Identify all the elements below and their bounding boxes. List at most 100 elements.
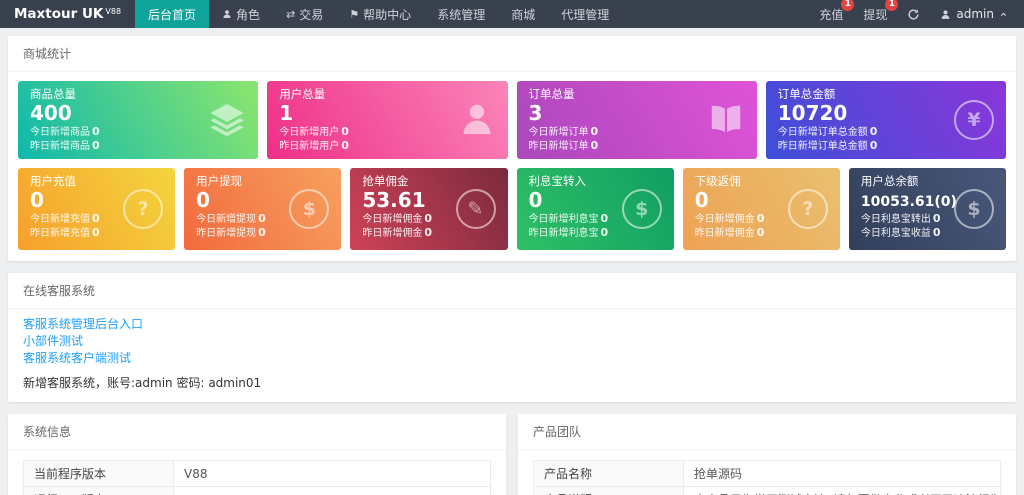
- stat-card: 订单总金额 10720 今日新增订单总金额 0 昨日新增订单总金额 0 ¥: [765, 81, 1006, 159]
- question-circle-icon: ?: [123, 189, 164, 229]
- stats-cards-row-1: 商品总量 400 今日新增商品 0 昨日新增商品 0 用户总量 1 今日新增用户 0 昨日新增用户 0…: [8, 72, 1016, 159]
- card-title: 下级返佣: [694, 174, 741, 188]
- card-subline: 今日新增商品 0: [30, 125, 100, 138]
- card-subline: 今日新增佣金 0: [694, 212, 765, 225]
- service-panel: 在线客服系统 客服系统管理后台入口 小部件测试 客服系统客户端测试 新增客服系统，账…: [8, 273, 1016, 402]
- table-row: 运行PHP版本7.2.33: [23, 486, 491, 495]
- card-subline: 昨日新增订单总金额 0: [777, 139, 878, 152]
- card-title: 用户提现: [196, 174, 243, 188]
- service-link[interactable]: 客服系统客户端测试: [8, 350, 1016, 367]
- card-value: 0: [30, 188, 44, 212]
- menu-item-商城[interactable]: 商城: [498, 0, 548, 28]
- card-subline: 昨日新增充值 0: [30, 226, 100, 239]
- menu-item-角色[interactable]: 角色: [209, 0, 273, 28]
- card-subline: 昨日新增提现 0: [196, 226, 266, 239]
- card-title: 订单总金额: [777, 87, 836, 101]
- main-content: 商城统计 商品总量 400 今日新增商品 0 昨日新增商品 0 用户总量 1 今日新增用户 0 昨日…: [0, 28, 1024, 495]
- recharge-badge: 1: [841, 0, 855, 11]
- refresh-icon[interactable]: [907, 8, 920, 21]
- layers-icon: [208, 100, 246, 141]
- book-icon: [707, 100, 745, 141]
- card-info: 订单总金额 10720 今日新增订单总金额 0 昨日新增订单总金额 0: [778, 87, 878, 153]
- menu-item-后台首页[interactable]: 后台首页: [135, 0, 210, 28]
- menu-item-帮助中心[interactable]: ⚑ 帮助中心: [336, 0, 424, 28]
- system-info-title: 系统信息: [8, 414, 506, 450]
- card-subline: 昨日新增商品 0: [30, 139, 100, 152]
- brand-version: V88: [105, 6, 122, 16]
- question-circle-icon: ?: [787, 189, 828, 229]
- user-avatar-icon: [940, 9, 951, 20]
- menu-item-label: 帮助中心: [363, 7, 412, 22]
- card-value: 10720: [777, 101, 848, 125]
- bottom-row: 系统信息 当前程序版本V88运行PHP版本7.2.33ThinkPHP版本5.1…: [8, 414, 1016, 495]
- user-icon: [222, 9, 232, 19]
- stat-card: 商品总量 400 今日新增商品 0 昨日新增商品 0: [18, 81, 259, 159]
- brand-logo[interactable]: Maxtour UK V88: [0, 0, 135, 28]
- user-menu[interactable]: admin: [940, 7, 1008, 21]
- card-info: 用户充值 0 今日新增充值 0 昨日新增充值 0: [30, 174, 100, 244]
- menu-item-label: 系统管理: [437, 7, 486, 22]
- stats-panel: 商城统计 商品总量 400 今日新增商品 0 昨日新增商品 0 用户总量 1 今日新增用户 0 昨日…: [8, 36, 1016, 261]
- card-info: 下级返佣 0 今日新增佣金 0 昨日新增佣金 0: [695, 174, 765, 244]
- card-info: 利息宝转入 0 今日新增利息宝 0 昨日新增利息宝 0: [529, 174, 609, 244]
- table-row: 产品说明本产品只为学习测试交流, 请勿要做商业或者用于违法行为，一切后果自负: [533, 486, 1001, 495]
- recharge-label: 充值: [819, 7, 844, 22]
- card-value: 0: [528, 188, 543, 212]
- withdraw-link[interactable]: 提现 1: [863, 0, 899, 23]
- stats-cards-row-2: 用户充值 0 今日新增充值 0 昨日新增充值 0? 用户提现 0 今日新增提现 0 昨日新增提现 0 $…: [8, 159, 1016, 261]
- service-links: 客服系统管理后台入口 小部件测试 客服系统客户端测试: [8, 309, 1016, 369]
- card-subline: 昨日新增用户 0: [279, 139, 349, 152]
- card-subline: 昨日新增利息宝 0: [528, 226, 609, 239]
- menu-item-label: 商城: [511, 7, 536, 22]
- product-team-title: 产品团队: [518, 414, 1016, 450]
- service-link[interactable]: 客服系统管理后台入口: [8, 316, 1016, 333]
- stats-panel-title: 商城统计: [8, 36, 1016, 72]
- row-value: 抢单源码: [683, 460, 1001, 487]
- menu-item-label: 后台首页: [148, 7, 197, 22]
- menu-item-系统管理[interactable]: 系统管理: [424, 0, 498, 28]
- card-subline: 今日新增用户 0: [279, 125, 349, 138]
- exchange-icon: ⇄: [286, 7, 296, 21]
- card-subline: 今日新增订单总金额 0: [777, 125, 878, 138]
- stat-card: 下级返佣 0 今日新增佣金 0 昨日新增佣金 0?: [682, 168, 840, 250]
- row-label: 运行PHP版本: [23, 486, 174, 495]
- withdraw-label: 提现: [863, 7, 888, 22]
- card-value: 3: [528, 101, 543, 125]
- username: admin: [956, 7, 994, 21]
- card-value: 1: [279, 101, 294, 125]
- card-info: 用户总量 1 今日新增用户 0 昨日新增用户 0: [279, 87, 349, 153]
- card-value: 10053.61(0): [860, 194, 957, 210]
- menu-item-交易[interactable]: ⇄ 交易: [273, 0, 336, 28]
- navbar-right: 充值 1 提现 1 admin: [819, 0, 1024, 28]
- menu-item-label: 角色: [236, 7, 261, 22]
- card-subline: 今日利息宝收益 0: [860, 226, 941, 239]
- card-info: 商品总量 400 今日新增商品 0 昨日新增商品 0: [30, 87, 100, 153]
- row-value: V88: [173, 460, 491, 487]
- flag-icon: ⚑: [349, 7, 360, 21]
- stat-card: 利息宝转入 0 今日新增利息宝 0 昨日新增利息宝 0 $: [516, 168, 674, 250]
- card-subline: 今日新增利息宝 0: [528, 212, 609, 225]
- table-row: 产品名称 抢单源码: [533, 460, 1001, 487]
- card-subline: 今日利息宝转出 0: [860, 212, 941, 225]
- card-title: 抢单佣金: [362, 174, 409, 188]
- system-info-panel: 系统信息 当前程序版本V88运行PHP版本7.2.33ThinkPHP版本5.1…: [8, 414, 506, 495]
- dollar-circle-icon: $: [954, 189, 995, 229]
- system-info-table: 当前程序版本V88运行PHP版本7.2.33ThinkPHP版本5.1.38 L…: [23, 460, 491, 495]
- stat-card: 抢单佣金 53.61 今日新增佣金 0 昨日新增佣金 0 ✎: [350, 168, 508, 250]
- yen-circle-icon: ¥: [954, 100, 994, 140]
- card-title: 订单总量: [528, 87, 575, 101]
- row-value: 本产品只为学习测试交流, 请勿要做商业或者用于违法行为，一切后果自负: [683, 486, 1001, 495]
- card-subline: 今日新增充值 0: [30, 212, 100, 225]
- recharge-link[interactable]: 充值 1: [819, 0, 855, 23]
- service-link[interactable]: 小部件测试: [8, 333, 1016, 350]
- card-subline: 昨日新增佣金 0: [694, 226, 765, 239]
- card-info: 订单总量 3 今日新增订单 0 昨日新增订单 0: [529, 87, 599, 153]
- menu-item-代理管理[interactable]: 代理管理: [548, 0, 622, 28]
- card-info: 用户提现 0 今日新增提现 0 昨日新增提现 0: [196, 174, 266, 244]
- withdraw-badge: 1: [885, 0, 899, 11]
- card-subline: 今日新增订单 0: [528, 125, 599, 138]
- row-value: 7.2.33: [173, 486, 491, 495]
- stat-card: 订单总量 3 今日新增订单 0 昨日新增订单 0: [516, 81, 757, 159]
- card-info: 抢单佣金 53.61 今日新增佣金 0 昨日新增佣金 0: [362, 174, 432, 244]
- card-info: 用户总余额 10053.61(0) 今日利息宝转出 0 今日利息宝收益 0: [860, 174, 957, 244]
